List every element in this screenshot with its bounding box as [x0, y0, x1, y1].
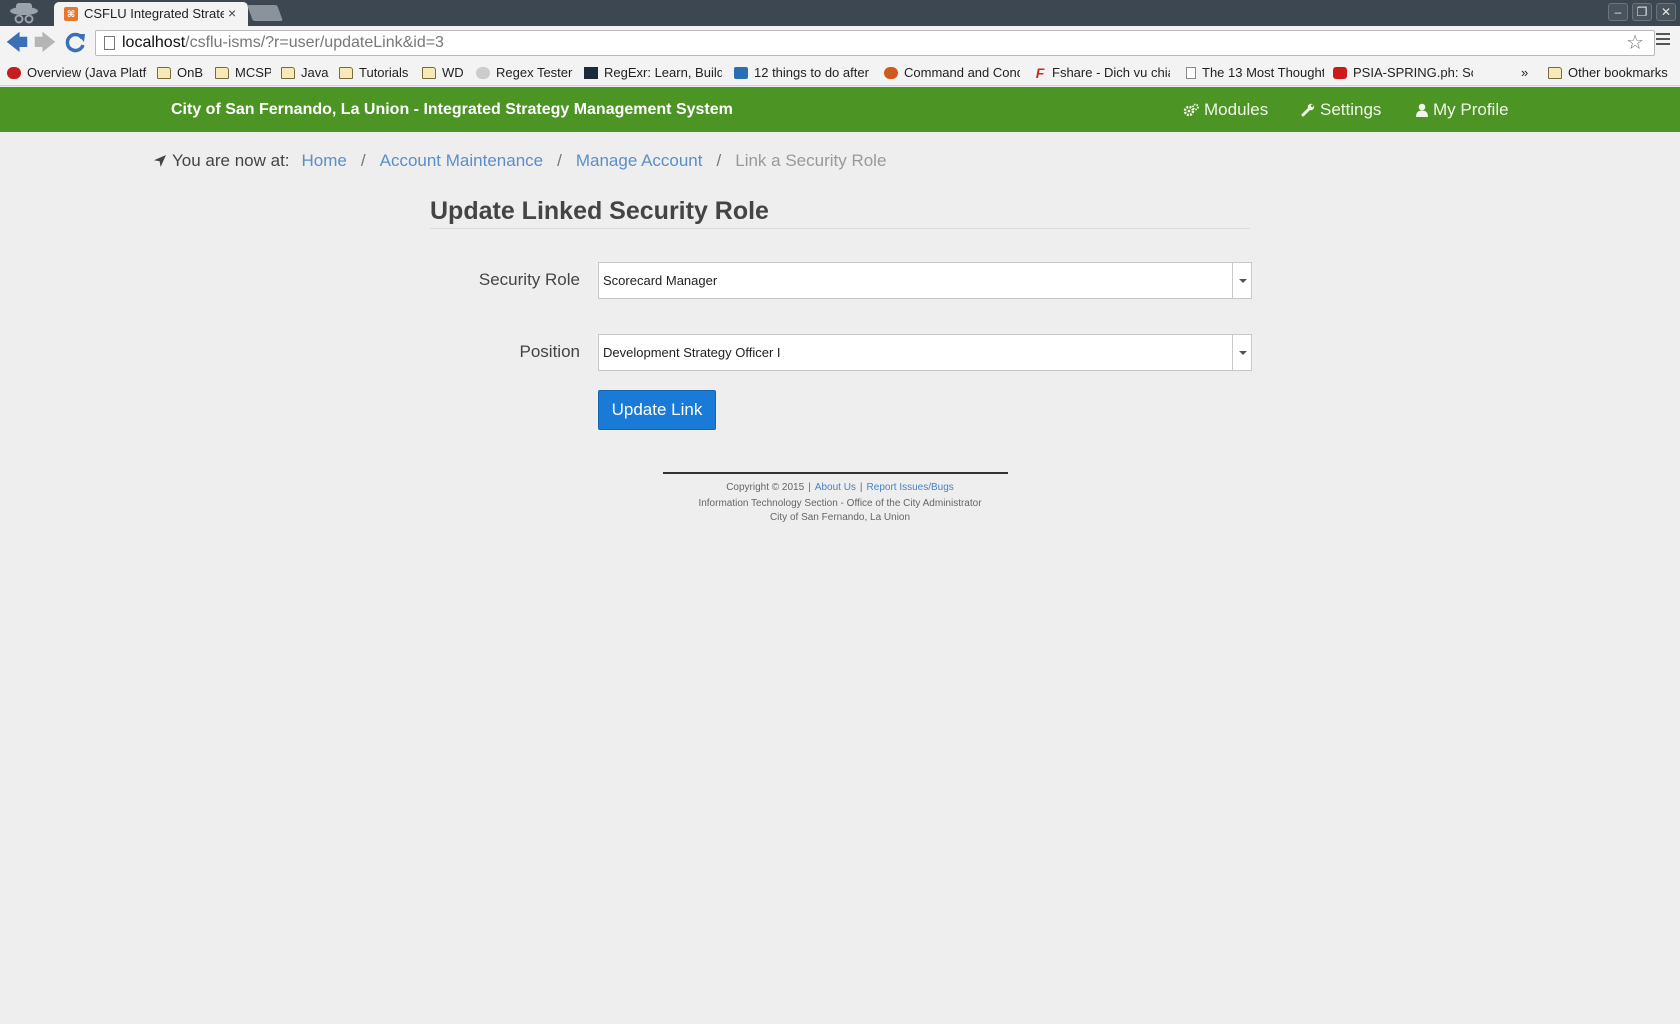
youtube-icon — [1333, 67, 1347, 79]
footer-about-link[interactable]: About Us — [815, 482, 856, 493]
address-bar[interactable]: localhost/csflu-isms/?r=user/updateLink&… — [95, 30, 1655, 56]
bookmark-item[interactable]: Tutorials — [339, 64, 415, 82]
bookmark-item[interactable]: 12 things to do after installing — [734, 64, 872, 82]
bookmark-item[interactable]: Command and Conquer — [884, 64, 1020, 82]
folder-icon — [422, 67, 436, 79]
footer-copyright: Copyright © 2015 — [726, 482, 805, 493]
restore-button[interactable]: ❐ — [1632, 3, 1652, 21]
breadcrumb: You are now at: Home / Account Maintenan… — [154, 151, 886, 171]
breadcrumb-current: Link a Security Role — [735, 151, 887, 170]
nav-settings[interactable]: Settings — [1301, 100, 1381, 120]
bookmark-item[interactable]: RegExr: Learn, Build, & Test RegEx — [584, 64, 722, 82]
window-controls: – ❐ ✕ — [1608, 3, 1676, 21]
folder-icon — [215, 67, 229, 79]
security-role-value: Scorecard Manager — [603, 273, 718, 288]
chevron-down-icon[interactable] — [1232, 263, 1251, 298]
firefox-icon — [884, 67, 898, 79]
bookmarks-bar: Overview (Java Platform SE 7) OnB MCSP J… — [0, 60, 1680, 86]
oracle-icon — [7, 67, 21, 79]
bookmark-item[interactable]: WD — [422, 64, 466, 82]
breadcrumb-prefix: You are now at: — [172, 151, 290, 170]
nav-my-profile[interactable]: My Profile — [1416, 100, 1509, 120]
page-icon — [1186, 67, 1196, 79]
folder-icon — [339, 67, 353, 79]
breadcrumb-manage-account[interactable]: Manage Account — [576, 151, 703, 171]
wordpress-icon — [734, 67, 748, 79]
cogs-icon — [1183, 103, 1199, 117]
page-title: Update Linked Security Role — [430, 197, 769, 225]
update-link-button[interactable]: Update Link — [598, 390, 716, 430]
footer-divider — [663, 472, 1008, 474]
breadcrumb-account-maintenance[interactable]: Account Maintenance — [380, 151, 544, 171]
back-arrow-icon[interactable]: 🡄 — [4, 30, 30, 56]
folder-icon — [281, 67, 295, 79]
bookmark-item[interactable]: Overview (Java Platform SE 7) — [7, 64, 147, 82]
bookmark-item[interactable]: The 13 Most Thoughtful — [1186, 64, 1324, 82]
url-text: localhost/csflu-isms/?r=user/updateLink&… — [122, 34, 444, 51]
browser-tab[interactable]: ⌘ CSFLU Integrated Strategy Management S… — [54, 2, 248, 26]
footer-report-link[interactable]: Report Issues/Bugs — [867, 482, 954, 493]
minimize-button[interactable]: – — [1608, 3, 1628, 21]
bookmark-item[interactable]: MCSP — [215, 64, 271, 82]
breadcrumb-home[interactable]: Home — [302, 151, 347, 171]
breadcrumb-separator: / — [557, 151, 562, 170]
bookmark-item[interactable]: Java — [281, 64, 329, 82]
breadcrumb-separator: / — [360, 151, 366, 170]
nav-modules[interactable]: Modules — [1183, 100, 1268, 120]
position-label: Position — [519, 342, 580, 361]
bookmarks-overflow-button[interactable]: » — [1521, 64, 1535, 82]
position-value: Development Strategy Officer I — [603, 345, 781, 360]
regexr-icon — [584, 67, 598, 79]
incognito-icon — [10, 3, 38, 24]
position-select[interactable]: Development Strategy Officer I — [598, 334, 1252, 371]
folder-icon — [157, 67, 171, 79]
other-bookmarks-folder[interactable]: Other bookmarks — [1548, 64, 1676, 82]
forward-arrow-icon[interactable]: 🡆 — [32, 30, 58, 56]
page-icon — [104, 36, 115, 50]
folder-icon — [1548, 67, 1562, 79]
bookmark-item[interactable]: Regex Tester — [476, 64, 576, 82]
regex-tester-icon — [476, 67, 490, 79]
bookmark-item[interactable]: PSIA-SPRING.ph: Sc — [1333, 64, 1473, 82]
title-divider — [430, 228, 1250, 229]
bookmark-item[interactable]: OnB — [157, 64, 205, 82]
chevron-down-icon[interactable] — [1232, 335, 1251, 370]
new-tab-button[interactable] — [247, 5, 283, 21]
wrench-icon — [1301, 103, 1315, 117]
fshare-icon: F — [1035, 65, 1045, 81]
app-brand[interactable]: City of San Fernando, La Union - Integra… — [171, 101, 733, 119]
security-role-select[interactable]: Scorecard Manager — [598, 262, 1252, 299]
breadcrumb-separator: / — [716, 151, 722, 170]
browser-menu-icon[interactable] — [1656, 33, 1670, 47]
footer-office: Information Technology Section - Office … — [698, 498, 982, 509]
browser-toolbar: 🡄 🡆 localhost/csflu-isms/?r=user/updateL… — [0, 26, 1680, 60]
location-arrow-icon — [154, 155, 166, 167]
footer-city: City of San Fernando, La Union — [769, 512, 911, 523]
browser-tabstrip: ⌘ CSFLU Integrated Strategy Management S… — [0, 0, 1680, 26]
user-icon — [1416, 103, 1428, 117]
tab-title: CSFLU Integrated Strategy Management Sys… — [84, 6, 224, 21]
tab-close-icon[interactable]: × — [228, 5, 236, 21]
tab-favicon-icon: ⌘ — [64, 7, 78, 21]
bookmark-item[interactable]: FFshare - Dich vu chia se — [1034, 64, 1170, 82]
footer-links: Copyright © 2015 | About Us | Report Issues/… — [726, 482, 954, 493]
close-window-button[interactable]: ✕ — [1656, 3, 1676, 21]
bookmark-star-icon[interactable]: ☆ — [1626, 32, 1644, 54]
security-role-label: Security Role — [478, 270, 580, 289]
app-navbar: City of San Fernando, La Union - Integra… — [0, 87, 1680, 132]
reload-icon[interactable] — [62, 30, 88, 56]
